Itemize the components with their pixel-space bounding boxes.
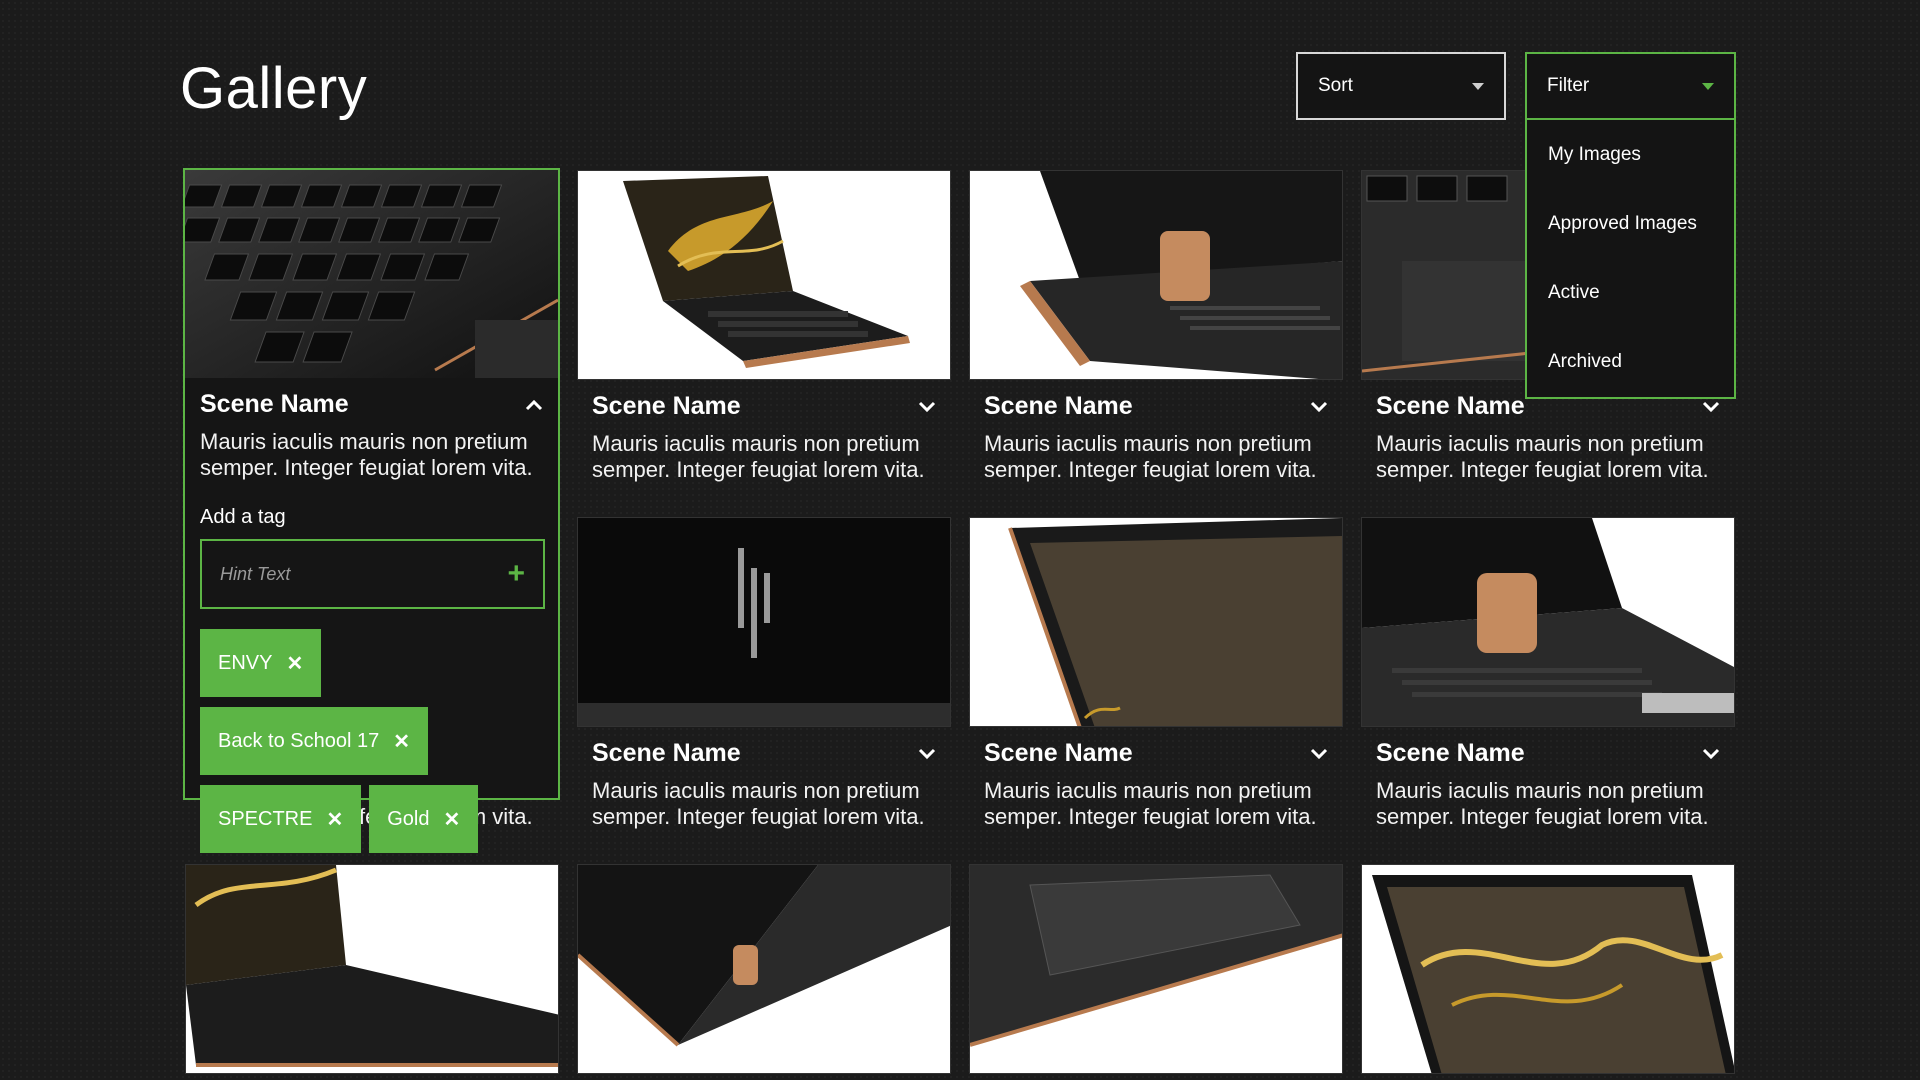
scene-name: Scene Name — [984, 739, 1133, 767]
chevron-down-icon[interactable] — [918, 398, 936, 416]
gallery-card[interactable]: Scene Name Mauris iaculis mauris non pre… — [969, 517, 1343, 830]
tag-chip[interactable]: Gold ✕ — [369, 785, 479, 853]
page-title: Gallery — [180, 56, 368, 121]
plus-icon[interactable]: + — [507, 559, 525, 589]
card-image[interactable] — [969, 170, 1343, 380]
tag-input[interactable]: Hint Text + — [200, 539, 545, 609]
card-image[interactable] — [969, 864, 1343, 1074]
filter-label: Filter — [1547, 75, 1590, 96]
gallery-card[interactable]: Scene Name Mauris iaculis mauris non pre… — [577, 517, 951, 830]
chevron-down-icon[interactable] — [1310, 398, 1328, 416]
sort-label: Sort — [1318, 75, 1353, 96]
filter-option-my-images[interactable]: My Images — [1527, 120, 1734, 189]
close-icon[interactable]: ✕ — [443, 807, 460, 832]
filter-option-archived[interactable]: Archived — [1527, 327, 1734, 396]
close-icon[interactable]: ✕ — [393, 729, 410, 754]
scene-description: Mauris iaculis mauris non pretium semper… — [984, 431, 1317, 482]
gallery-card[interactable] — [1361, 864, 1735, 1074]
filter-option-active[interactable]: Active — [1527, 258, 1734, 327]
scene-description: Mauris iaculis mauris non pretium semper… — [200, 429, 533, 480]
scene-name: Scene Name — [1376, 392, 1525, 420]
tag-input-placeholder: Hint Text — [220, 563, 291, 584]
tag-chip-label: ENVY — [218, 651, 273, 674]
tag-chip[interactable]: ENVY ✕ — [200, 629, 322, 697]
add-tag-label: Add a tag — [200, 506, 286, 528]
tag-chip-label: SPECTRE — [218, 807, 313, 830]
chevron-down-icon[interactable] — [1702, 398, 1720, 416]
caret-down-icon — [1472, 82, 1484, 90]
scene-description: Mauris iaculis mauris non pretium semper… — [592, 778, 925, 829]
scene-description: Mauris iaculis mauris non pretium semper… — [1376, 431, 1709, 482]
chevron-up-icon[interactable] — [525, 396, 543, 414]
card-image[interactable] — [577, 517, 951, 727]
scene-name: Scene Name — [984, 392, 1133, 420]
card-image[interactable] — [1361, 864, 1735, 1074]
gallery-card[interactable] — [969, 864, 1343, 1074]
scene-name: Scene Name — [1376, 739, 1525, 767]
gallery-card[interactable] — [577, 864, 951, 1074]
scene-description: Mauris iaculis mauris non pretium semper… — [984, 778, 1317, 829]
caret-down-icon — [1702, 82, 1714, 90]
chevron-down-icon[interactable] — [1310, 745, 1328, 763]
card-image[interactable] — [1361, 517, 1735, 727]
gallery-card[interactable]: Scene Name Mauris iaculis mauris non pre… — [577, 170, 951, 483]
gallery-card[interactable]: Scene Name Mauris iaculis mauris non pre… — [969, 170, 1343, 483]
sort-dropdown[interactable]: Sort — [1296, 52, 1506, 120]
card-image[interactable] — [185, 170, 558, 378]
filter-menu: My Images Approved Images Active Archive… — [1525, 120, 1736, 399]
card-image[interactable] — [577, 170, 951, 380]
tag-chip[interactable]: Back to School 17 ✕ — [200, 707, 428, 775]
tag-chip-label: Back to School 17 — [218, 729, 380, 752]
scene-name: Scene Name — [200, 390, 349, 418]
close-icon[interactable]: ✕ — [326, 807, 343, 832]
scene-name: Scene Name — [592, 739, 741, 767]
scene-description: Mauris iaculis mauris non pretium semper… — [592, 431, 925, 482]
gallery-card[interactable] — [185, 864, 559, 1074]
scene-name: Scene Name — [592, 392, 741, 420]
filter-option-approved-images[interactable]: Approved Images — [1527, 189, 1734, 258]
card-image[interactable] — [577, 864, 951, 1074]
scene-description: Mauris iaculis mauris non pretium semper… — [1376, 778, 1709, 829]
tag-chip[interactable]: SPECTRE ✕ — [200, 785, 362, 853]
gallery-card-expanded[interactable]: Scene Name Mauris iaculis mauris non pre… — [183, 168, 560, 853]
gallery-card[interactable]: Scene Name Mauris iaculis mauris non pre… — [1361, 517, 1735, 830]
close-icon[interactable]: ✕ — [286, 651, 303, 676]
chevron-down-icon[interactable] — [1702, 745, 1720, 763]
tag-chip-label: Gold — [387, 807, 430, 830]
card-image[interactable] — [969, 517, 1343, 727]
filter-dropdown[interactable]: Filter — [1525, 52, 1736, 120]
card-image[interactable] — [185, 864, 559, 1074]
chevron-down-icon[interactable] — [918, 745, 936, 763]
